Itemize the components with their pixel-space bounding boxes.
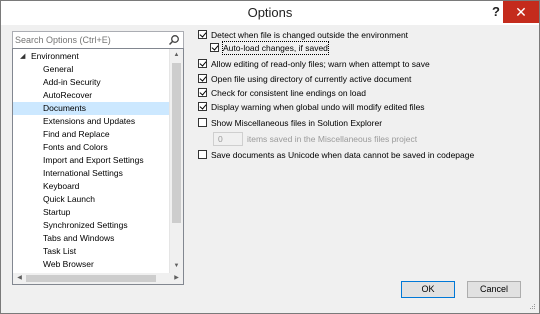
option-label: Show Miscellaneous files in Solution Exp…	[211, 118, 383, 128]
option-label: Detect when file is changed outside the …	[211, 30, 409, 40]
help-button[interactable]: ?	[489, 3, 503, 21]
tree-item-label: Environment	[31, 51, 79, 61]
tree-item-extensions-and-updates[interactable]: Extensions and Updates	[13, 115, 171, 128]
tree-item-keyboard[interactable]: Keyboard	[13, 180, 171, 193]
checkbox[interactable]	[198, 59, 207, 68]
tree-item-autorecover[interactable]: AutoRecover	[13, 89, 171, 102]
tree-item-label: Find and Replace	[43, 129, 110, 139]
close-button[interactable]: ✕	[503, 1, 539, 23]
checkbox[interactable]	[210, 43, 219, 52]
tree-item-label: Task List	[43, 246, 77, 256]
tree-item-import-and-export-settings[interactable]: Import and Export Settings	[13, 154, 171, 167]
tree-item-label: Tabs and Windows	[43, 233, 115, 243]
tree-item-label: AutoRecover	[43, 90, 93, 100]
horizontal-scroll-thumb[interactable]	[26, 275, 156, 282]
tree-item-synchronized-settings[interactable]: Synchronized Settings	[13, 219, 171, 232]
tree-item-tabs-and-windows[interactable]: Tabs and Windows	[13, 232, 171, 245]
checkbox[interactable]	[198, 102, 207, 111]
option-label: Auto-load changes, if saved	[222, 41, 329, 55]
options-dialog: Options ? ✕ ◢EnvironmentGeneralAdd-in Se…	[0, 0, 540, 314]
search-input[interactable]	[15, 33, 163, 47]
tree-item-label: Startup	[43, 207, 71, 217]
checkbox[interactable]	[198, 74, 207, 83]
option-label: Display warning when global undo will mo…	[211, 102, 425, 112]
option-label: Check for consistent line endings on loa…	[211, 88, 366, 98]
tree-item-general[interactable]: General	[13, 63, 171, 76]
options-tree[interactable]: ◢ Environment General Add-in Security AutoRe…	[12, 48, 184, 274]
dialog-title: Options	[247, 5, 293, 20]
tree-item-label: Add-in Security	[43, 77, 101, 87]
ok-button[interactable]: OK	[401, 281, 455, 298]
tree-item-label: Import and Export Settings	[43, 155, 144, 165]
tree-item-label: Extensions and Updates	[43, 116, 136, 126]
title-bar[interactable]: Options ? ✕	[1, 1, 539, 25]
checkbox[interactable]	[198, 150, 207, 159]
checkbox[interactable]	[198, 30, 207, 39]
tree-item-startup[interactable]: Startup	[13, 206, 171, 219]
tree-item-label: General	[43, 64, 74, 74]
misc-items-label: items saved in the Miscellaneous files p…	[247, 134, 418, 144]
expand-arrow-icon[interactable]: ◢	[20, 53, 28, 61]
tree-item-fonts-and-colors[interactable]: Fonts and Colors	[13, 141, 171, 154]
scroll-left-arrow-icon[interactable]: ◀	[15, 274, 24, 283]
search-icon[interactable]	[168, 34, 180, 46]
tree-item-documents[interactable]: Documents	[13, 102, 171, 115]
checkbox[interactable]	[198, 118, 207, 127]
option-label: Save documents as Unicode when data cann…	[211, 150, 475, 160]
scroll-thumb[interactable]	[172, 63, 181, 223]
tree-vertical-scrollbar[interactable]: ▲ ▼	[169, 49, 183, 273]
misc-items-count-field: 0	[213, 132, 243, 146]
scroll-up-arrow-icon[interactable]: ▲	[172, 51, 181, 60]
tree-item-label: Fonts and Colors	[43, 142, 108, 152]
tree-item-label: International Settings	[43, 168, 123, 178]
tree-item-label: Web Browser	[43, 259, 94, 269]
checkbox[interactable]	[198, 88, 207, 97]
scroll-right-arrow-icon[interactable]: ▶	[172, 274, 181, 283]
scroll-down-arrow-icon[interactable]: ▼	[172, 262, 181, 271]
tree-item-web-browser[interactable]: Web Browser	[13, 258, 171, 271]
tree-horizontal-scrollbar[interactable]: ◀ ▶	[12, 273, 184, 285]
tree-item-task-list[interactable]: Task List	[13, 245, 171, 258]
tree-item-label: Synchronized Settings	[43, 220, 128, 230]
search-box[interactable]	[12, 31, 184, 49]
tree-item-quick-launch[interactable]: Quick Launch	[13, 193, 171, 206]
resize-grip-icon[interactable]	[528, 302, 536, 310]
tree-item-label: Quick Launch	[43, 194, 95, 204]
option-label: Allow editing of read-only files; warn w…	[211, 59, 430, 69]
tree-item-add-in-security[interactable]: Add-in Security	[13, 76, 171, 89]
tree-item-label: Documents	[43, 103, 86, 113]
cancel-button[interactable]: Cancel	[467, 281, 521, 298]
option-label: Open file using directory of currently a…	[211, 74, 412, 84]
tree-item-international-settings[interactable]: International Settings	[13, 167, 171, 180]
tree-item-find-and-replace[interactable]: Find and Replace	[13, 128, 171, 141]
tree-item-environment[interactable]: ◢ Environment	[13, 50, 171, 63]
tree-item-label: Keyboard	[43, 181, 80, 191]
